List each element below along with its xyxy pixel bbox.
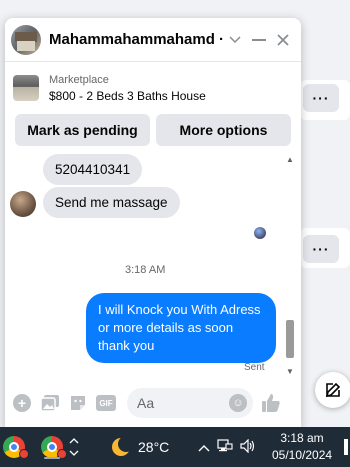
minimize-icon[interactable]	[247, 28, 271, 52]
add-icon[interactable]: +	[11, 392, 33, 414]
background-more-button[interactable]: ···	[303, 235, 339, 263]
windows-taskbar: 28°C 3:18 am 05/10/2024	[0, 427, 350, 467]
network-icon[interactable]	[217, 438, 233, 456]
close-icon[interactable]	[271, 28, 295, 52]
sticker-icon[interactable]	[67, 392, 89, 414]
chrome-taskbar-app[interactable]	[0, 433, 29, 461]
scroll-thumb[interactable]	[286, 320, 294, 358]
message-list: 5204410341 Send me massage 3:18 AM I wil…	[5, 151, 301, 381]
system-clock[interactable]: 3:18 am 05/10/2024	[272, 430, 332, 464]
chevron-up-icon[interactable]	[198, 440, 210, 455]
clock-date: 05/10/2024	[272, 448, 333, 462]
scroll-up-arrow-icon[interactable]: ▲	[285, 154, 295, 164]
mark-as-pending-button[interactable]: Mark as pending	[15, 114, 150, 146]
message-input-box[interactable]: ☺	[127, 388, 253, 418]
contact-name[interactable]: Mahammahammahamd · ...	[49, 31, 223, 48]
chevron-up-down-icon[interactable]	[66, 433, 82, 461]
chrome-taskbar-app[interactable]	[38, 433, 67, 461]
active-app-indicator	[44, 457, 60, 459]
message-status: Sent	[244, 362, 265, 373]
emoji-icon[interactable]: ☺	[229, 394, 247, 412]
listing-title: $800 - 2 Beds 3 Baths House	[49, 88, 206, 103]
system-tray	[198, 427, 256, 467]
more-options-button[interactable]: More options	[156, 114, 291, 146]
message-scrollbar[interactable]: ▲ ▼	[285, 154, 295, 376]
photo-icon[interactable]	[39, 392, 61, 414]
temperature: 28°C	[138, 439, 170, 455]
marketplace-bar[interactable]: Marketplace $800 - 2 Beds 3 Baths House	[5, 62, 301, 114]
incoming-message: Send me massage	[43, 187, 180, 218]
notification-badge	[19, 449, 29, 459]
incoming-message: 5204410341	[43, 154, 143, 185]
show-desktop-button[interactable]	[344, 439, 348, 455]
listing-thumbnail	[13, 75, 39, 101]
message-timestamp: 3:18 AM	[125, 264, 166, 276]
marketplace-label: Marketplace	[49, 73, 109, 86]
message-input[interactable]	[137, 395, 227, 411]
chevron-down-icon[interactable]	[223, 28, 247, 52]
compose-icon	[325, 382, 341, 398]
sender-avatar[interactable]	[10, 191, 36, 217]
clock-time: 3:18 am	[280, 431, 324, 445]
like-thumbs-up-icon[interactable]	[259, 391, 283, 415]
moon-icon	[112, 436, 134, 456]
gif-icon[interactable]: GIF	[95, 392, 117, 414]
seen-indicator-avatar	[254, 227, 266, 239]
volume-icon[interactable]	[240, 438, 256, 456]
message-composer: + GIF ☺	[5, 383, 301, 423]
chat-header: Mahammahammahamd · ...	[5, 18, 301, 62]
new-message-button[interactable]	[315, 372, 350, 408]
action-buttons: Mark as pending More options	[5, 114, 301, 150]
weather-widget[interactable]: 28°C	[112, 427, 169, 467]
outgoing-message: I will Knock you With Adress or more det…	[86, 293, 276, 363]
background-more-button[interactable]: ···	[303, 84, 339, 112]
chat-window: Mahammahammahamd · ... Marketplace $800 …	[5, 18, 301, 427]
contact-avatar[interactable]	[11, 24, 41, 55]
scroll-down-arrow-icon[interactable]: ▼	[285, 366, 295, 376]
